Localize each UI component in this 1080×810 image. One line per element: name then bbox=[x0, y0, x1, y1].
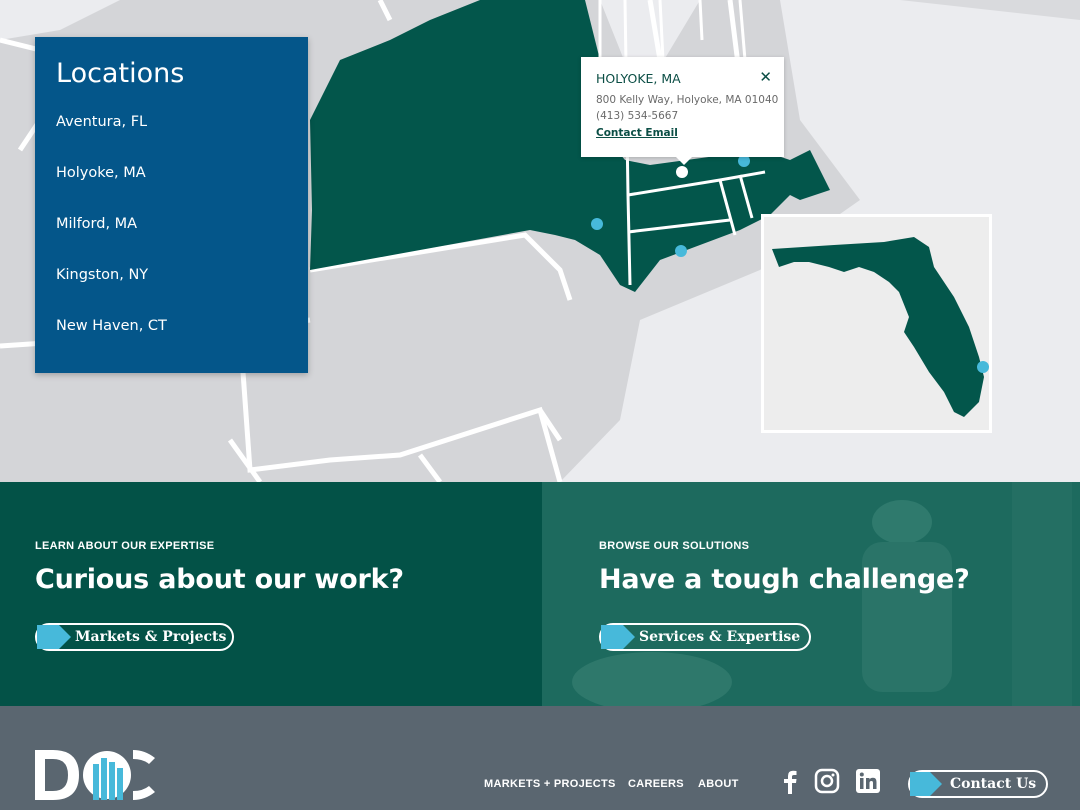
location-aventura[interactable]: Aventura, FL bbox=[56, 114, 167, 165]
locations-list: Aventura, FL Holyoke, MA Milford, MA Kin… bbox=[56, 114, 167, 369]
popup-contact-email-link[interactable]: Contact Email bbox=[596, 127, 678, 139]
cta-right-heading: Have a tough challenge? bbox=[599, 564, 970, 595]
instagram-icon[interactable] bbox=[814, 768, 840, 794]
footer-nav-about[interactable]: ABOUT bbox=[698, 778, 739, 790]
contact-us-button[interactable]: Contact Us bbox=[908, 770, 1048, 798]
markets-projects-button[interactable]: Markets & Projects bbox=[35, 623, 234, 651]
location-kingston[interactable]: Kingston, NY bbox=[56, 267, 167, 318]
cta-left-heading: Curious about our work? bbox=[35, 564, 404, 595]
florida-shape bbox=[772, 237, 984, 417]
cta-left-eyebrow: LEARN ABOUT OUR EXPERTISE bbox=[35, 540, 215, 552]
popup-address: 800 Kelly Way, Holyoke, MA 01040 bbox=[596, 94, 779, 106]
footer-nav-careers[interactable]: CAREERS bbox=[628, 778, 684, 790]
locations-map[interactable]: Locations Aventura, FL Holyoke, MA Milfo… bbox=[0, 0, 1080, 482]
popup-phone: (413) 534-5667 bbox=[596, 110, 679, 122]
land-mass-east bbox=[600, 0, 1080, 20]
locations-title: Locations bbox=[56, 58, 185, 89]
cta-right-eyebrow: BROWSE OUR SOLUTIONS bbox=[599, 540, 750, 552]
florida-map bbox=[772, 237, 989, 417]
cta-solutions: BROWSE OUR SOLUTIONS Have a tough challe… bbox=[542, 482, 1080, 706]
arrow-icon bbox=[910, 772, 942, 796]
markets-projects-label: Markets & Projects bbox=[75, 629, 227, 645]
services-expertise-button[interactable]: Services & Expertise bbox=[599, 623, 811, 651]
marker-holyoke-active bbox=[676, 166, 688, 178]
arrow-icon bbox=[601, 625, 635, 649]
location-milford[interactable]: Milford, MA bbox=[56, 216, 167, 267]
cta-expertise: LEARN ABOUT OUR EXPERTISE Curious about … bbox=[0, 482, 542, 706]
marker-kingston bbox=[591, 218, 603, 230]
location-holyoke[interactable]: Holyoke, MA bbox=[56, 165, 167, 216]
close-icon[interactable]: ✕ bbox=[759, 68, 772, 86]
footer: MARKETS + PROJECTS CAREERS ABOUT Contact… bbox=[0, 706, 1080, 810]
facebook-icon[interactable] bbox=[777, 768, 803, 794]
footer-nav-markets-projects[interactable]: MARKETS + PROJECTS bbox=[484, 778, 616, 790]
location-new-haven[interactable]: New Haven, CT bbox=[56, 318, 167, 369]
marker-new-haven bbox=[675, 245, 687, 257]
florida-inset bbox=[761, 214, 992, 433]
arrow-icon bbox=[37, 625, 71, 649]
doc-logo[interactable] bbox=[35, 750, 157, 806]
linkedin-icon[interactable] bbox=[855, 768, 881, 794]
services-expertise-label: Services & Expertise bbox=[639, 629, 801, 645]
location-popup: HOLYOKE, MA ✕ 800 Kelly Way, Holyoke, MA… bbox=[581, 57, 784, 165]
marker-aventura bbox=[977, 361, 989, 373]
locations-panel: Locations Aventura, FL Holyoke, MA Milfo… bbox=[35, 37, 308, 373]
popup-title: HOLYOKE, MA bbox=[596, 71, 681, 86]
contact-us-label: Contact Us bbox=[950, 776, 1037, 792]
